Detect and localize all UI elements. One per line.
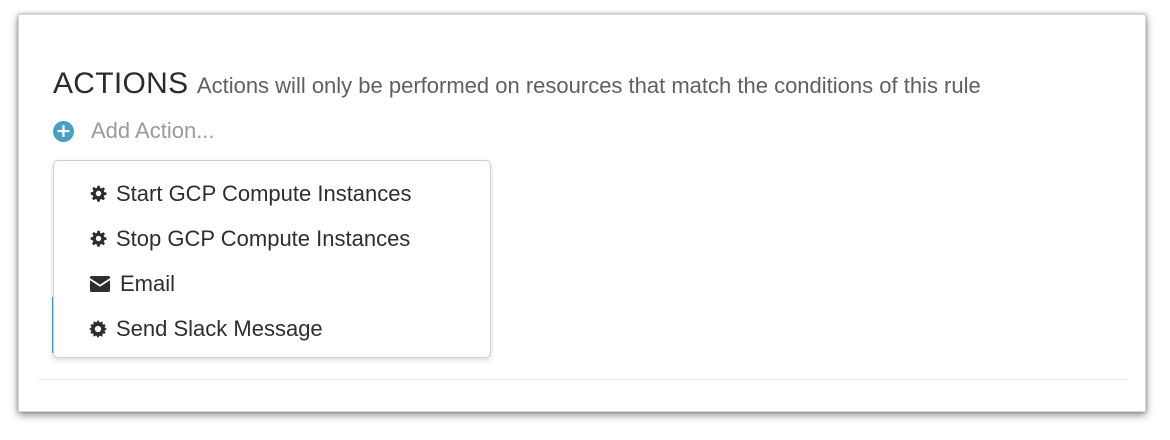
gear-icon: [88, 319, 108, 339]
menu-item-label: Start GCP Compute Instances: [116, 180, 412, 206]
add-action-button[interactable]: + Add Action...: [53, 118, 215, 144]
action-dropdown-menu: Start GCP Compute Instances Stop GCP Com…: [53, 160, 491, 358]
add-action-label: Add Action...: [91, 118, 215, 143]
menu-item-stop-gcp-compute-instances[interactable]: Stop GCP Compute Instances: [54, 216, 490, 261]
menu-item-send-slack-message[interactable]: Send Slack Message: [54, 306, 490, 351]
section-title: ACTIONS: [53, 67, 189, 100]
section-divider: [39, 379, 1127, 380]
plus-circle-icon: +: [53, 120, 74, 142]
gear-icon: [88, 229, 108, 249]
section-subtitle: Actions will only be performed on resour…: [196, 73, 981, 98]
menu-item-label: Email: [120, 270, 176, 296]
actions-panel: ACTIONS Actions will only be performed o…: [18, 14, 1146, 412]
menu-item-label: Send Slack Message: [116, 315, 323, 341]
actions-header: ACTIONS Actions will only be performed o…: [53, 67, 981, 101]
menu-item-label: Stop GCP Compute Instances: [116, 225, 411, 251]
gear-icon: [88, 184, 108, 204]
envelope-icon: [88, 274, 112, 294]
menu-item-start-gcp-compute-instances[interactable]: Start GCP Compute Instances: [54, 171, 490, 216]
menu-item-email[interactable]: Email: [54, 261, 490, 306]
